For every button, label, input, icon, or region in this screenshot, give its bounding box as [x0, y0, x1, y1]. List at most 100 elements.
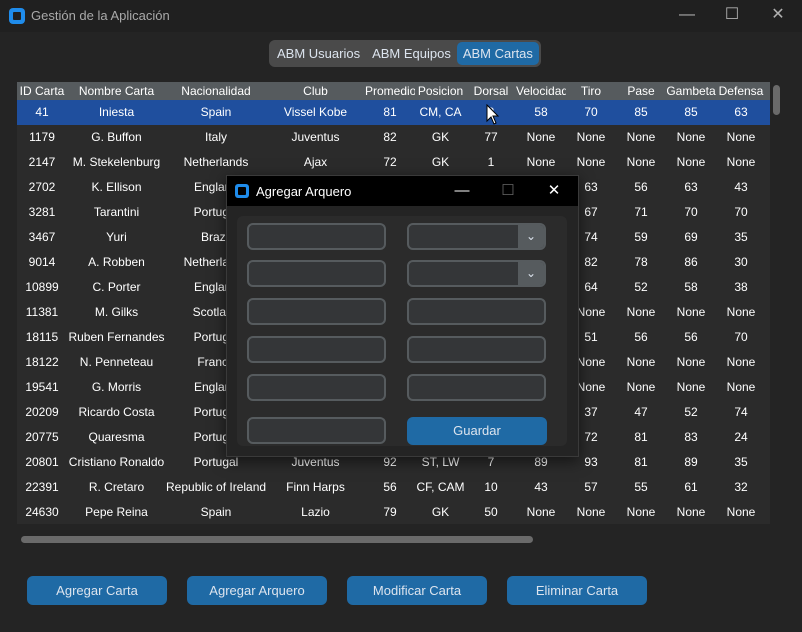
- table-cell: 9014: [28, 255, 56, 269]
- column-header[interactable]: Promedio: [365, 82, 415, 100]
- table-cell: 32: [734, 480, 748, 494]
- chevron-down-icon[interactable]: ⌄: [518, 262, 544, 285]
- table-row[interactable]: 22391 R. Cretaro Republic of Ireland Finn H…: [17, 475, 770, 500]
- table-cell: 35: [734, 230, 748, 244]
- table-cell: 41: [35, 105, 49, 119]
- chevron-down-icon[interactable]: ⌄: [518, 225, 544, 248]
- maximize-button[interactable]: ☐: [709, 0, 755, 32]
- table-cell: M. Stekelenburg: [72, 155, 161, 169]
- table-cell: R. Cretaro: [88, 480, 145, 494]
- table-cell: 71: [634, 205, 648, 219]
- dialog-close-button[interactable]: ✕: [531, 176, 577, 206]
- table-cell: 81: [634, 455, 648, 469]
- table-cell: None: [726, 380, 756, 394]
- minimize-button[interactable]: —: [664, 0, 710, 32]
- goalkeeper-field-4[interactable]: [407, 298, 546, 325]
- table-cell: Netherlands: [183, 155, 249, 169]
- table-cell: 19541: [25, 380, 59, 394]
- column-header[interactable]: Nombre Carta: [67, 82, 166, 100]
- tab-abm-cartas[interactable]: ABM Cartas: [456, 42, 539, 65]
- goalkeeper-field-2[interactable]: [247, 260, 386, 287]
- table-cell: None: [576, 155, 606, 169]
- table-cell: Tarantini: [93, 205, 140, 219]
- table-cell: Spain: [200, 105, 232, 119]
- tab-abm-equipos[interactable]: ABM Equipos: [366, 42, 457, 65]
- table-cell: None: [526, 505, 556, 519]
- table-cell: None: [676, 355, 706, 369]
- horizontal-scrollbar[interactable]: [21, 536, 533, 543]
- table-cell: Juventus: [291, 130, 340, 144]
- table-cell: None: [626, 305, 656, 319]
- goalkeeper-field-1[interactable]: [247, 223, 386, 250]
- table-cell: 2147: [28, 155, 56, 169]
- table-cell: 56: [383, 480, 397, 494]
- table-cell: G. Buffon: [91, 130, 142, 144]
- table-cell: Italy: [204, 130, 227, 144]
- table-cell: 83: [684, 430, 698, 444]
- table-cell: 78: [634, 255, 648, 269]
- column-header[interactable]: Nacionalidad: [166, 82, 266, 100]
- app-icon: [9, 8, 25, 24]
- goalkeeper-field-3[interactable]: [247, 298, 386, 325]
- table-cell: 18122: [25, 355, 59, 369]
- goalkeeper-dropdown-2[interactable]: ⌄: [407, 260, 546, 287]
- table-cell: None: [676, 380, 706, 394]
- dialog-app-icon: [235, 184, 249, 198]
- dialog-minimize-button[interactable]: —: [439, 176, 485, 206]
- vertical-scrollbar[interactable]: [773, 85, 780, 115]
- goalkeeper-field-6[interactable]: [407, 336, 546, 363]
- table-cell: 1179: [29, 130, 55, 144]
- column-header[interactable]: ID Carta: [17, 82, 67, 100]
- table-cell: 57: [584, 480, 598, 494]
- goalkeeper-field-7[interactable]: [247, 374, 386, 401]
- table-cell: 77: [484, 130, 498, 144]
- table-cell: None: [726, 505, 756, 519]
- delete-card-button[interactable]: Eliminar Carta: [507, 576, 647, 605]
- table-cell: 59: [634, 230, 648, 244]
- goalkeeper-field-9[interactable]: [247, 417, 386, 444]
- table-cell: 85: [634, 105, 648, 119]
- dialog-maximize-button[interactable]: ☐: [485, 176, 531, 206]
- table-row[interactable]: 2147 M. Stekelenburg Netherlands Ajax 72 GK 1 N…: [17, 150, 770, 175]
- goalkeeper-dropdown-1[interactable]: ⌄: [407, 223, 546, 250]
- add-goalkeeper-button[interactable]: Agregar Arquero: [187, 576, 327, 605]
- goalkeeper-field-5[interactable]: [247, 336, 386, 363]
- table-cell: None: [626, 155, 656, 169]
- table-cell: Republic of Ireland: [166, 480, 266, 494]
- table-cell: CM, CA: [419, 105, 462, 119]
- table-cell: 70: [734, 330, 748, 344]
- title-bar: Gestión de la Aplicación — ☐ ✕: [0, 0, 802, 32]
- add-card-button[interactable]: Agregar Carta: [27, 576, 167, 605]
- table-cell: 79: [383, 505, 397, 519]
- modify-card-button[interactable]: Modificar Carta: [347, 576, 487, 605]
- tab-abm-usuarios[interactable]: ABM Usuarios: [271, 42, 366, 65]
- column-header[interactable]: Tiro: [566, 82, 616, 100]
- save-button[interactable]: Guardar: [407, 417, 547, 445]
- table-cell: 70: [584, 105, 598, 119]
- table-cell: 70: [684, 205, 698, 219]
- table-cell: 70: [734, 205, 748, 219]
- table-cell: 30: [734, 255, 748, 269]
- table-cell: 82: [383, 130, 397, 144]
- table-row[interactable]: 24630 Pepe Reina Spain Lazio 79 GK 50 None None N…: [17, 500, 770, 524]
- table-row[interactable]: 41IniestaSpainVissel Kobe81CM, CA8587085…: [17, 100, 770, 125]
- column-header[interactable]: Defensa: [716, 82, 766, 100]
- column-header[interactable]: Club: [266, 82, 365, 100]
- table-row[interactable]: 1179 G. Buffon Italy Juventus 82 GK 77 None None…: [17, 125, 770, 150]
- table-cell: 1: [487, 155, 495, 169]
- table-cell: GK: [431, 155, 450, 169]
- table-cell: 50: [484, 505, 498, 519]
- close-button[interactable]: ✕: [755, 0, 801, 32]
- table-cell: 10899: [25, 280, 59, 294]
- column-header[interactable]: Gambeta: [666, 82, 716, 100]
- column-header[interactable]: Dorsal: [466, 82, 516, 100]
- column-header[interactable]: Pase: [616, 82, 666, 100]
- dialog-title: Agregar Arquero: [256, 184, 352, 199]
- add-goalkeeper-dialog: Agregar Arquero — ☐ ✕ ⌄ ⌄ Guardar: [226, 175, 579, 457]
- column-header[interactable]: Posicion: [415, 82, 466, 100]
- goalkeeper-field-8[interactable]: [407, 374, 546, 401]
- mouse-cursor-icon: [486, 104, 500, 125]
- dialog-title-bar: Agregar Arquero — ☐ ✕: [227, 176, 578, 206]
- column-header[interactable]: Velocidad: [516, 82, 566, 100]
- table-cell: C. Porter: [92, 280, 141, 294]
